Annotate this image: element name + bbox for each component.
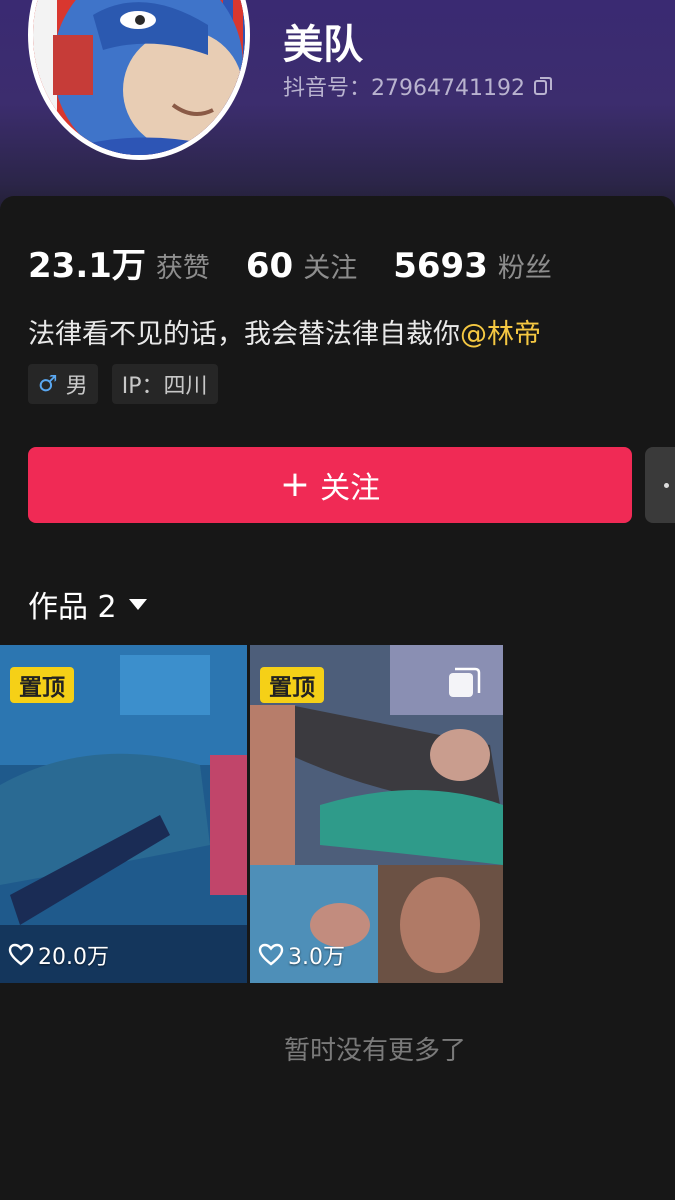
likes-count-text: 20.0万 bbox=[38, 945, 109, 970]
ip-tag: IP：四川 bbox=[111, 364, 218, 404]
follow-button[interactable]: + 关注 bbox=[28, 447, 632, 523]
heart-icon bbox=[8, 943, 34, 966]
ip-label: IP：四川 bbox=[121, 374, 208, 399]
avatar-illustration bbox=[33, 0, 245, 155]
douyin-id-text: 抖音号：27964741192 bbox=[283, 76, 525, 101]
plus-icon: + bbox=[279, 464, 311, 505]
heart-icon bbox=[258, 943, 284, 966]
caret-down-icon bbox=[128, 598, 147, 610]
more-button[interactable] bbox=[645, 447, 675, 523]
profile-tags: ♂ 男 IP：四川 bbox=[28, 364, 232, 404]
no-more-content-text: 暂时没有更多了 bbox=[283, 1036, 466, 1066]
stat-followers-label: 粉丝 bbox=[497, 253, 552, 284]
image-set-icon bbox=[449, 667, 481, 697]
bio-text: 法律看不见的话，我会替法律自裁你 bbox=[28, 319, 460, 350]
stat-following[interactable]: 60 关注 bbox=[246, 246, 357, 286]
stat-likes[interactable]: 23.1万 获赞 bbox=[28, 238, 210, 287]
stat-followers[interactable]: 5693 粉丝 bbox=[393, 246, 552, 286]
video-thumbnail-1[interactable]: 置顶 20.0万 bbox=[0, 645, 247, 983]
video-thumbnail-2[interactable]: 置顶 3.0万 bbox=[250, 645, 503, 983]
stat-following-value: 60 bbox=[245, 246, 294, 286]
pinned-badge: 置顶 bbox=[10, 667, 74, 703]
bio-mention-link[interactable]: @林帝 bbox=[460, 319, 541, 350]
works-tab[interactable]: 作品 2 bbox=[28, 582, 147, 626]
stats-row: 23.1万 获赞 60 关注 5693 粉丝 bbox=[28, 238, 588, 287]
douyin-id[interactable]: 抖音号：27964741192 bbox=[283, 70, 553, 102]
gender-label: 男 bbox=[65, 374, 88, 399]
follow-button-label: 关注 bbox=[320, 471, 381, 506]
stat-following-label: 关注 bbox=[303, 253, 358, 284]
bio: 法律看不见的话，我会替法律自裁你@林帝 bbox=[28, 312, 541, 351]
copy-icon[interactable] bbox=[533, 76, 553, 96]
likes-count: 3.0万 bbox=[258, 939, 345, 971]
gender-tag: ♂ 男 bbox=[28, 364, 98, 404]
avatar[interactable] bbox=[28, 0, 250, 160]
pinned-badge: 置顶 bbox=[260, 667, 324, 703]
stat-likes-label: 获赞 bbox=[155, 253, 210, 284]
username: 美队 bbox=[283, 22, 363, 68]
more-dot-icon bbox=[664, 483, 669, 488]
works-title: 作品 2 bbox=[28, 590, 117, 625]
stat-likes-value: 23.1万 bbox=[28, 246, 146, 286]
likes-count: 20.0万 bbox=[8, 939, 109, 971]
male-icon: ♂ bbox=[38, 371, 58, 397]
stat-followers-value: 5693 bbox=[393, 246, 488, 286]
likes-count-text: 3.0万 bbox=[288, 945, 345, 970]
